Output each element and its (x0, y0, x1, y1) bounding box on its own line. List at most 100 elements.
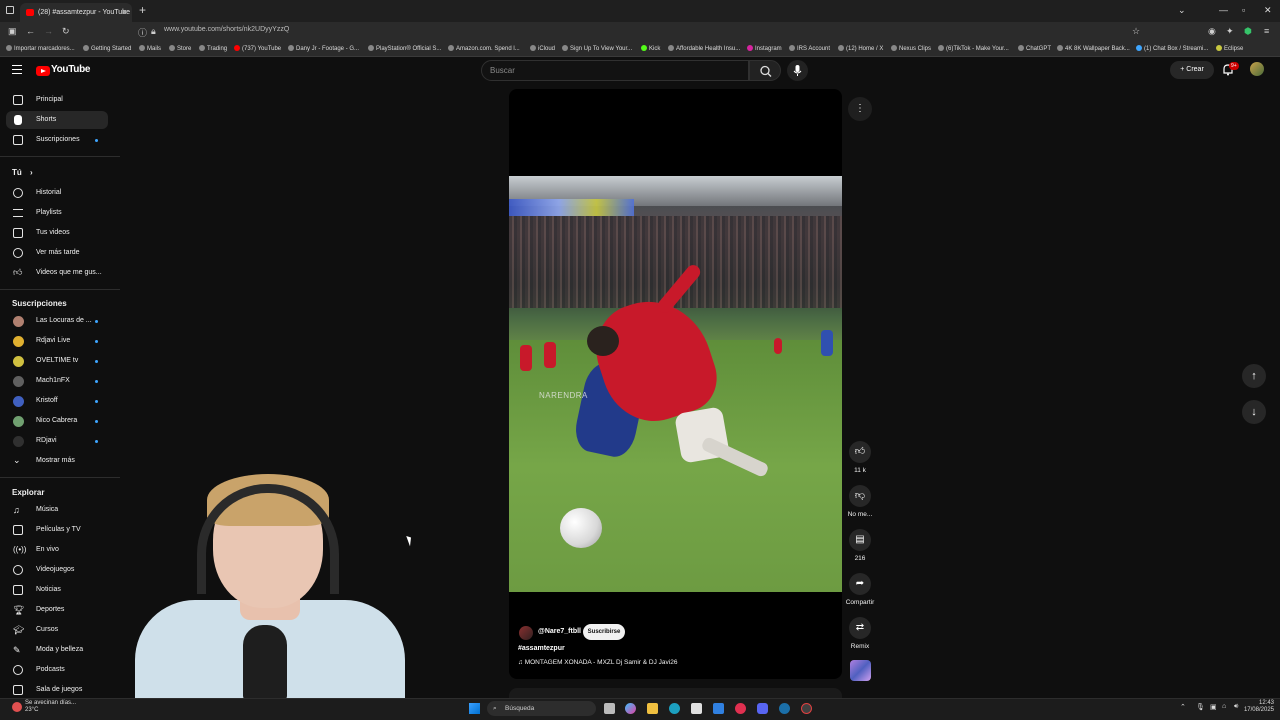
bookmark-item[interactable]: Getting Started (83, 45, 131, 52)
bookmark-item[interactable]: (1) Chat Box / Streami... (1136, 45, 1208, 52)
bookmark-item[interactable]: (737) YouTube (234, 45, 281, 52)
task-view-icon[interactable] (604, 703, 615, 714)
copilot-icon[interactable] (625, 703, 636, 714)
sidebar-item-ver-mas-tarde[interactable]: Ver más tarde (6, 244, 108, 262)
sidebar-panel-icon[interactable]: ▣ (8, 26, 17, 37)
create-button[interactable]: + Crear (1170, 61, 1214, 79)
vpn-icon[interactable]: ⬢ (1244, 26, 1252, 37)
tray-mic-icon[interactable]: 🎙︎ (1196, 703, 1205, 711)
youtube-logo-text[interactable]: YouTube (51, 64, 91, 75)
bookmark-item[interactable]: Sign Up To View Your... (562, 45, 632, 52)
maximize-icon[interactable]: ▫ (1242, 5, 1245, 15)
sound-thumbnail[interactable] (850, 660, 871, 681)
sidebar-item-liked-videos[interactable]: 👍︎ Videos que me gus... (6, 264, 108, 282)
sidebar-item-suscripciones[interactable]: Suscripciones (6, 131, 108, 149)
bookmark-item[interactable]: (6)TikTok - Make Your... (938, 45, 1009, 52)
network-icon[interactable]: ⌂ (1222, 703, 1226, 710)
voice-search-button[interactable] (787, 60, 808, 81)
bookmark-item[interactable]: Mails (139, 45, 161, 52)
weather-icon[interactable] (12, 702, 22, 712)
steam-icon[interactable] (779, 703, 790, 714)
more-options-icon[interactable]: ⋮ (848, 97, 872, 121)
sidebar-sub-channel[interactable]: Las Locuras de ... (6, 312, 108, 330)
edge-icon[interactable] (669, 703, 680, 714)
close-window-icon[interactable]: ✕ (1264, 5, 1272, 16)
sidebar-item-musica[interactable]: ♫ Música (6, 501, 108, 519)
video-hashtag[interactable]: #assamtezpur (518, 645, 565, 652)
search-input[interactable]: Buscar (481, 60, 749, 81)
tray-app-icon[interactable]: ▣ (1210, 703, 1217, 711)
sidebar-item-podcasts[interactable]: Podcasts (6, 661, 108, 679)
bookmark-item[interactable]: Trading (199, 45, 227, 52)
bookmark-item[interactable]: (12) Home / X (838, 45, 883, 52)
bookmark-item[interactable]: Affordable Health Insu... (668, 45, 740, 52)
discord-icon[interactable] (757, 703, 768, 714)
tray-chevron-icon[interactable]: ⌃ (1180, 703, 1186, 711)
next-video-button[interactable]: ↓ (1242, 400, 1266, 424)
bookmark-item[interactable]: Instagram (747, 45, 782, 52)
sidebar-item-cursos[interactable]: 🎓︎ Cursos (6, 621, 108, 639)
sidebar-item-principal[interactable]: Principal (6, 91, 108, 109)
sidebar-sub-channel[interactable]: Nico Cabrera (6, 412, 108, 430)
bookmark-item[interactable]: Eclipse (1216, 45, 1243, 52)
close-tab-icon[interactable]: × (122, 3, 127, 22)
bookmark-item[interactable]: Importar marcadores... (6, 45, 75, 52)
comments-button[interactable]: ▤ (849, 529, 871, 551)
sidebar-item-shorts[interactable]: Shorts (6, 111, 108, 129)
tab-list-icon[interactable]: ⌄ (1178, 5, 1186, 16)
share-button[interactable]: ➦ (849, 573, 871, 595)
browser-menu-icon[interactable]: ≡ (1264, 26, 1269, 36)
remix-button[interactable]: ⇄ (849, 617, 871, 639)
bookmark-item[interactable]: Store (169, 45, 191, 52)
dislike-button[interactable]: 👎︎ (849, 485, 871, 507)
sidebar-item-peliculas[interactable]: Películas y TV (6, 521, 108, 539)
extension-icon[interactable]: ◉ (1208, 26, 1216, 37)
like-button[interactable]: 👍︎ (849, 441, 871, 463)
sidebar-item-videojuegos[interactable]: Videojuegos (6, 561, 108, 579)
url-field[interactable]: www.youtube.com/shorts/nk2UDyyYzzQ (164, 26, 289, 33)
music-credit[interactable]: ♫ MONTAGEM XONADA - MXZL Dj Samir & DJ J… (518, 659, 677, 666)
sidebar-item-deportes[interactable]: 🏆︎ Deportes (6, 601, 108, 619)
reload-icon[interactable]: ↻ (62, 26, 70, 37)
bookmark-item[interactable]: Nexus Clips (891, 45, 931, 52)
sidebar-item-playlists[interactable]: Playlists (6, 204, 108, 222)
windows-start-icon[interactable] (469, 703, 480, 714)
you-heading[interactable]: Tú › (12, 168, 33, 177)
account-avatar[interactable] (1250, 62, 1264, 76)
forward-icon[interactable]: → (44, 26, 53, 36)
store-icon[interactable] (691, 703, 702, 714)
youtube-logo-icon[interactable] (36, 66, 50, 76)
channel-avatar[interactable] (519, 626, 533, 640)
bookmark-item[interactable]: PlayStation® Official S... (368, 45, 441, 52)
obs-icon[interactable] (801, 703, 812, 714)
sidebar-item-noticias[interactable]: Noticias (6, 581, 108, 599)
sidebar-sub-channel[interactable]: Rdjavi Live (6, 332, 108, 350)
puzzle-icon[interactable]: ✦ (1226, 26, 1234, 37)
bookmark-item[interactable]: IRS Account (789, 45, 830, 52)
show-more-button[interactable]: ⌄ Mostrar más (6, 452, 108, 470)
bookmark-item[interactable]: Dany Jr - Footage - G... (288, 45, 359, 52)
sidebar-sub-channel[interactable]: OVELTIME tv (6, 352, 108, 370)
taskbar-search[interactable]: ⌕ Búsqueda (487, 701, 596, 716)
back-icon[interactable]: ← (26, 26, 35, 36)
sidebar-item-moda[interactable]: ✎ Moda y belleza (6, 641, 108, 659)
new-tab-icon[interactable]: + (139, 3, 146, 17)
opera-gx-icon[interactable] (735, 703, 746, 714)
bookmark-star-icon[interactable]: ☆ (1132, 26, 1140, 37)
minimize-icon[interactable]: — (1219, 5, 1228, 15)
file-explorer-icon[interactable] (647, 703, 658, 714)
search-button[interactable] (749, 60, 781, 81)
sidebar-sub-channel[interactable]: Kristoff (6, 392, 108, 410)
previous-video-button[interactable]: ↑ (1242, 364, 1266, 388)
sidebar-sub-channel[interactable]: Mach1nFX (6, 372, 108, 390)
photos-icon[interactable] (713, 703, 724, 714)
sidebar-item-sala-de-juegos[interactable]: Sala de juegos (6, 681, 108, 699)
weather-widget[interactable]: Se avecinan días... 23°C (25, 700, 76, 714)
sidebar-toggle-icon[interactable] (6, 6, 14, 14)
channel-name[interactable]: @Nare7_ftbll (538, 628, 581, 635)
system-clock[interactable]: 12:43 17/08/2025 (1238, 700, 1274, 714)
bookmark-item[interactable]: ChatGPT (1018, 45, 1051, 52)
sidebar-sub-channel[interactable]: RDjavi (6, 432, 108, 450)
sidebar-item-en-vivo[interactable]: ((•)) En vivo (6, 541, 108, 559)
hamburger-menu-icon[interactable] (12, 65, 22, 74)
